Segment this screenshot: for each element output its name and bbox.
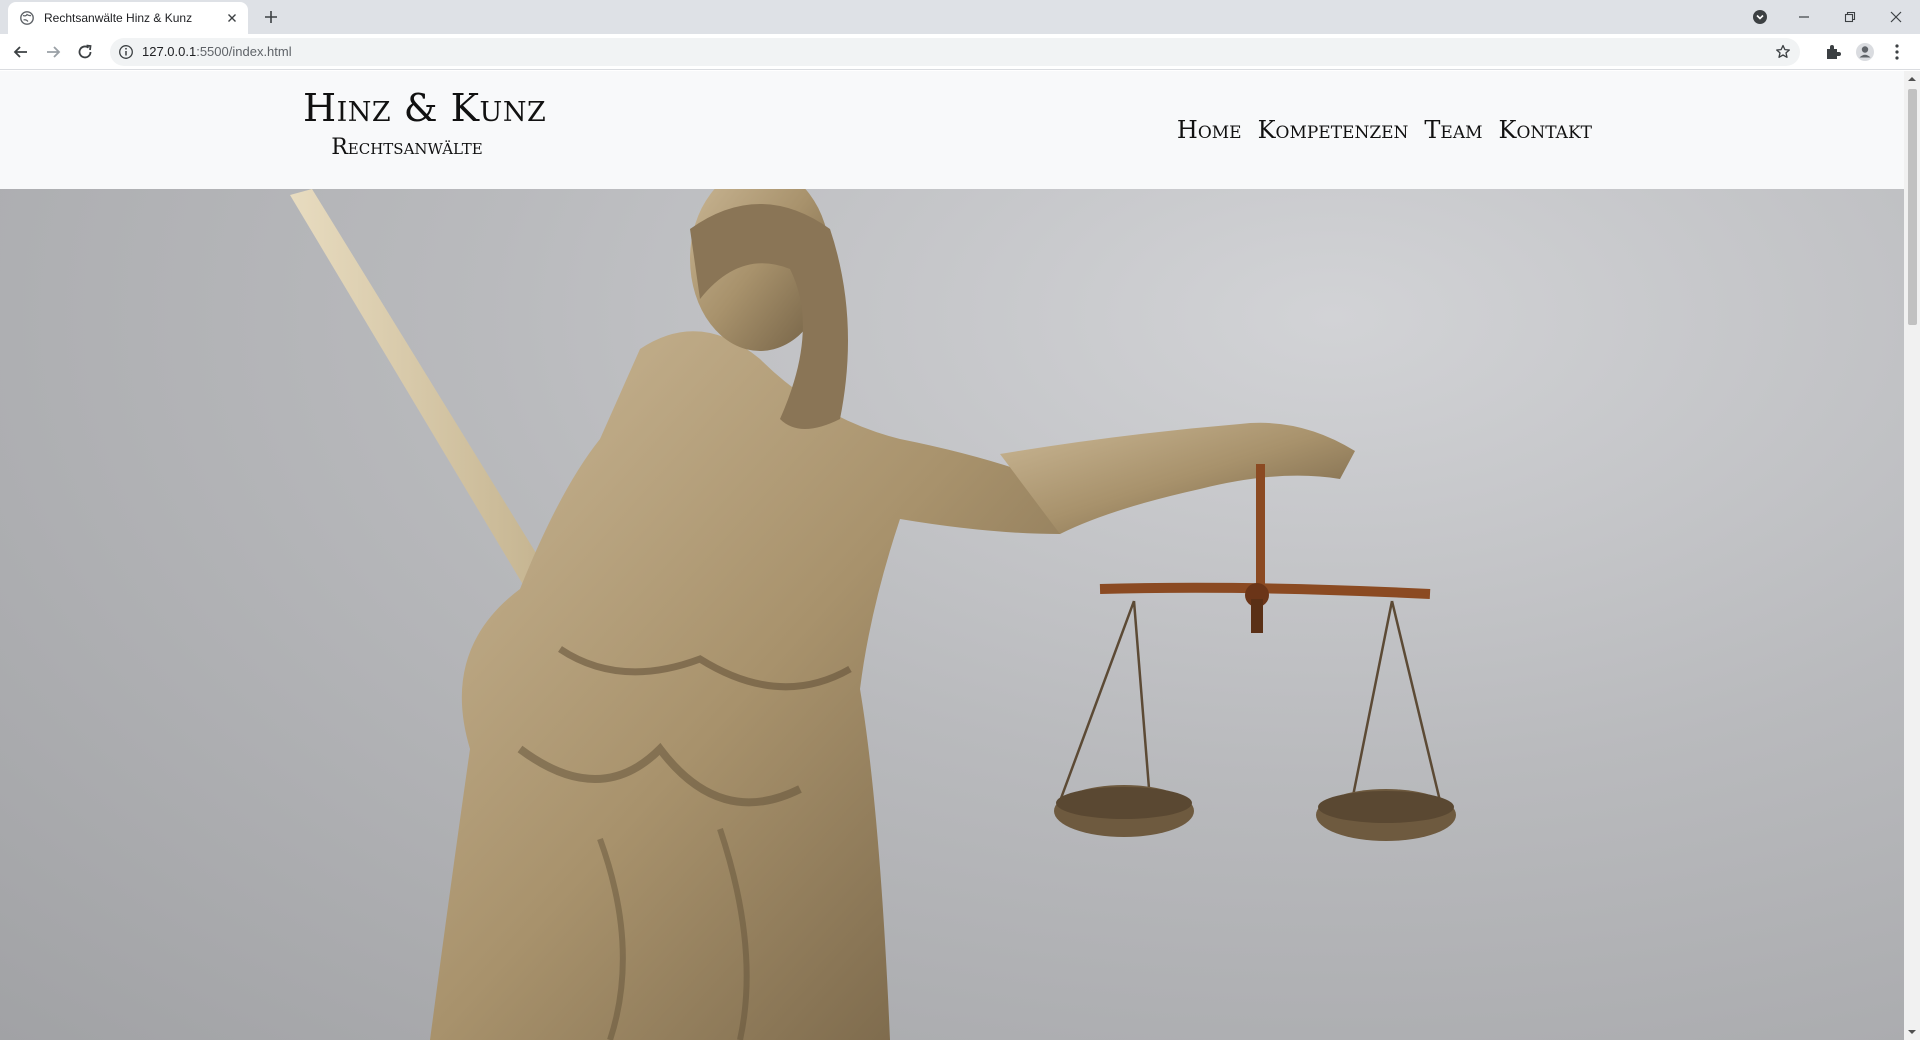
back-icon[interactable] <box>10 41 32 63</box>
restore-icon[interactable] <box>1838 5 1862 29</box>
scroll-down-icon[interactable] <box>1908 1028 1916 1036</box>
scrollbar-thumb[interactable] <box>1908 89 1917 325</box>
nav-link-kontakt[interactable]: Kontakt <box>1499 116 1592 144</box>
brand-tagline: Rechtsanwälte <box>331 135 483 160</box>
minimize-icon[interactable] <box>1792 5 1816 29</box>
window-close-icon[interactable] <box>1884 5 1908 29</box>
url-path: :5500/index.html <box>196 44 292 59</box>
scroll-up-icon[interactable] <box>1908 75 1916 83</box>
browser-tab[interactable]: Rechtsanwälte Hinz & Kunz <box>8 2 248 34</box>
tab-title: Rechtsanwälte Hinz & Kunz <box>44 11 193 25</box>
hero-image <box>0 189 1904 1040</box>
close-icon[interactable] <box>224 10 240 26</box>
page-viewport: Hinz & Kunz Rechtsanwälte Home Kompetenz… <box>0 71 1904 1040</box>
address-bar[interactable]: 127.0.0.1:5500/index.html <box>110 38 1800 66</box>
tab-search-icon[interactable] <box>1748 5 1772 29</box>
brand-logo[interactable]: Hinz & Kunz Rechtsanwälte <box>303 85 547 163</box>
profile-icon[interactable] <box>1854 41 1876 63</box>
more-menu-icon[interactable] <box>1886 41 1908 63</box>
url-text[interactable]: 127.0.0.1:5500/index.html <box>142 44 292 59</box>
browser-tabstrip: Rechtsanwälte Hinz & Kunz <box>0 0 1920 34</box>
bookmark-star-icon[interactable] <box>1774 43 1792 61</box>
info-icon[interactable] <box>118 44 134 60</box>
forward-icon[interactable] <box>42 41 64 63</box>
new-tab-icon[interactable] <box>262 8 280 26</box>
nav-link-kompetenzen[interactable]: Kompetenzen <box>1258 116 1409 144</box>
globe-icon <box>20 11 34 25</box>
extensions-icon[interactable] <box>1822 41 1844 63</box>
brand-name: Hinz & Kunz <box>303 86 547 130</box>
site-header: Hinz & Kunz Rechtsanwälte Home Kompetenz… <box>0 71 1904 189</box>
justitia-statue-illustration <box>290 189 1456 1040</box>
main-navigation: Home Kompetenzen Team Kontakt <box>1177 116 1592 144</box>
nav-link-team[interactable]: Team <box>1424 116 1482 144</box>
reload-icon[interactable] <box>74 41 96 63</box>
page-scrollbar[interactable] <box>1904 71 1920 1040</box>
browser-toolbar: 127.0.0.1:5500/index.html <box>0 34 1920 70</box>
url-host: 127.0.0.1 <box>142 44 197 59</box>
nav-link-home[interactable]: Home <box>1177 116 1242 144</box>
